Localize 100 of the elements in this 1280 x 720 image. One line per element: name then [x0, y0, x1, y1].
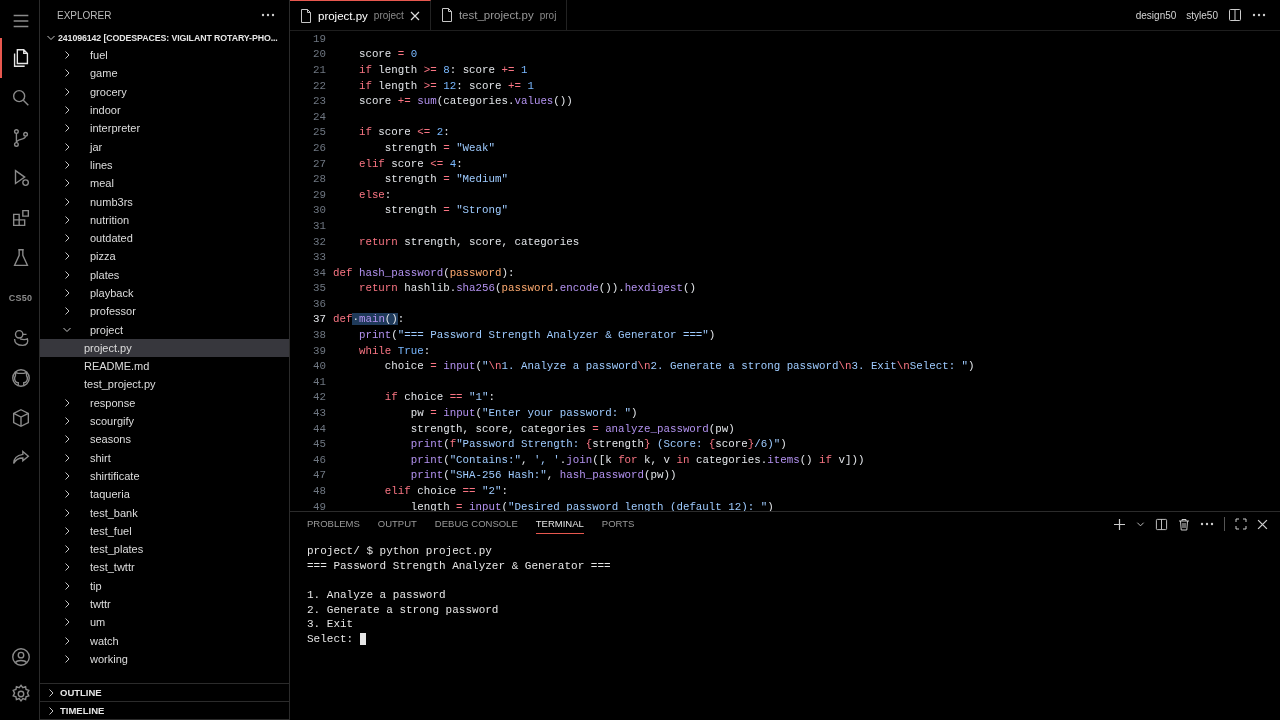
- folder-item[interactable]: fuel: [40, 46, 289, 65]
- account-icon[interactable]: [9, 646, 32, 668]
- code-line: if choice == "1":: [383, 391, 496, 404]
- code-line: strength = "Strong": [383, 204, 508, 217]
- line-number: 30: [312, 204, 326, 217]
- panel-tab[interactable]: TERMINAL: [535, 514, 584, 534]
- split-terminal-icon[interactable]: [1155, 517, 1168, 531]
- terminal-line: Select:: [307, 632, 355, 645]
- line-number: 26: [312, 141, 326, 154]
- folder-item[interactable]: interpreter: [40, 119, 289, 138]
- folder-item[interactable]: nutrition: [40, 210, 289, 229]
- code-line: return hashlib.sha256(password.encode()).hexdigest(): [357, 282, 696, 295]
- chevron-right-icon: [62, 306, 72, 317]
- folder-item[interactable]: um: [40, 613, 289, 632]
- line-number: 43: [312, 407, 326, 420]
- file-item[interactable]: README.md: [40, 357, 289, 376]
- folder-item[interactable]: working: [40, 649, 289, 669]
- code-line: if score <= 2:: [357, 126, 450, 139]
- folder-item[interactable]: test_twttr: [40, 558, 289, 577]
- more-icon[interactable]: [261, 13, 275, 17]
- code-line: def hash_password(password):: [333, 266, 515, 279]
- folder-item[interactable]: shirt: [40, 448, 289, 467]
- folder-item[interactable]: test_plates: [40, 540, 289, 559]
- more-icon[interactable]: [1252, 13, 1266, 17]
- folder-item[interactable]: playback: [40, 283, 289, 303]
- chevron-right-icon: [62, 599, 72, 610]
- panel-tab[interactable]: PROBLEMS: [307, 514, 360, 534]
- folder-item[interactable]: jar: [40, 137, 289, 156]
- line-number: 36: [312, 297, 326, 310]
- folder-item[interactable]: shirtificate: [40, 466, 289, 486]
- toolbar-action[interactable]: design50: [1135, 9, 1177, 21]
- plus-icon[interactable]: [1113, 517, 1126, 531]
- section-header[interactable]: TIMELINE: [40, 702, 289, 720]
- folder-item[interactable]: scourgify: [40, 411, 289, 431]
- maximize-icon[interactable]: [1235, 518, 1247, 530]
- folder-item[interactable]: response: [40, 393, 289, 412]
- trash-icon[interactable]: [1178, 517, 1190, 531]
- chevron-right-icon: [62, 251, 72, 262]
- folder-item[interactable]: meal: [40, 174, 289, 193]
- line-number: 27: [312, 157, 326, 170]
- folder-item[interactable]: grocery: [40, 82, 289, 101]
- chevron-right-icon: [62, 50, 72, 61]
- chevron-right-icon: [62, 434, 72, 445]
- chevron-right-icon: [62, 580, 72, 591]
- folder-item[interactable]: test_bank: [40, 503, 289, 522]
- cs50-label[interactable]: CS50: [8, 293, 33, 303]
- folder-item[interactable]: numb3rs: [40, 192, 289, 211]
- section-header[interactable]: OUTLINE: [40, 684, 289, 702]
- folder-item[interactable]: professor: [40, 302, 289, 321]
- line-number: 37: [312, 313, 326, 326]
- chevron-right-icon: [62, 653, 72, 664]
- editor-tab[interactable]: project.py project: [290, 0, 431, 30]
- line-number: 22: [312, 79, 326, 92]
- line-number: 49: [312, 500, 326, 511]
- line-number: 45: [312, 438, 326, 451]
- code-line: choice = input("\n1. Analyze a password\n2. Generate a strong password\n3. Exit\nSelect: "): [383, 360, 975, 373]
- chevron-right-icon: [62, 233, 72, 244]
- code-line: print("=== Password Strength Analyzer & Generator ==="): [357, 329, 716, 342]
- line-number: 29: [312, 188, 326, 201]
- folder-item[interactable]: pizza: [40, 247, 289, 266]
- chevron-right-icon: [62, 470, 72, 481]
- workspace-folder[interactable]: 241096142 [CODESPACES: VIGILANT ROTARY-PHO...: [40, 30, 289, 46]
- folder-item[interactable]: test_fuel: [40, 521, 289, 540]
- folder-item[interactable]: project: [40, 320, 289, 339]
- toolbar-action[interactable]: style50: [1186, 9, 1218, 21]
- folder-item[interactable]: seasons: [40, 430, 289, 449]
- chevron-right-icon: [46, 687, 56, 698]
- line-number: 24: [312, 110, 326, 123]
- folder-item[interactable]: taqueria: [40, 485, 289, 504]
- code-line: strength, score, categories = analyze_password(pw): [409, 422, 735, 435]
- file-item[interactable]: project.py: [40, 338, 289, 358]
- folder-item[interactable]: tip: [40, 576, 289, 595]
- chevron-right-icon: [62, 507, 72, 518]
- code-line: def·main():: [333, 313, 405, 326]
- folder-item[interactable]: lines: [40, 155, 289, 175]
- chevron-right-icon: [62, 288, 72, 298]
- more-icon[interactable]: [1200, 522, 1214, 526]
- folder-item[interactable]: watch: [40, 631, 289, 650]
- code-line: strength = "Weak": [383, 141, 495, 154]
- terminal[interactable]: project/ $ python project.py === Password Strength Analyzer & Generator === 1. Analyze a password 2. Generate a strong password 3. Exit Select:: [290, 536, 1280, 655]
- folder-item[interactable]: twttr: [40, 594, 289, 614]
- panel-tab[interactable]: DEBUG CONSOLE: [434, 514, 518, 534]
- editor-tab[interactable]: test_project.py proj: [430, 0, 568, 30]
- panel-tab[interactable]: PORTS: [601, 514, 635, 534]
- folder-item[interactable]: plates: [40, 265, 289, 284]
- line-number: 47: [312, 469, 326, 482]
- line-number: 42: [312, 391, 326, 404]
- folder-item[interactable]: game: [40, 64, 289, 83]
- line-number: 41: [312, 375, 326, 388]
- folder-item[interactable]: outdated: [40, 228, 289, 248]
- folder-item[interactable]: indoor: [40, 100, 289, 120]
- line-number: 46: [312, 453, 326, 466]
- split-editor-icon[interactable]: [1228, 8, 1242, 22]
- file-item[interactable]: test_project.py: [40, 375, 289, 394]
- close-icon[interactable]: [1257, 518, 1268, 530]
- panel-tab[interactable]: OUTPUT: [377, 514, 417, 534]
- close-icon[interactable]: [409, 10, 420, 21]
- cat-icon[interactable]: [9, 367, 32, 389]
- line-number: 25: [312, 126, 326, 139]
- chevron-right-icon: [62, 562, 72, 573]
